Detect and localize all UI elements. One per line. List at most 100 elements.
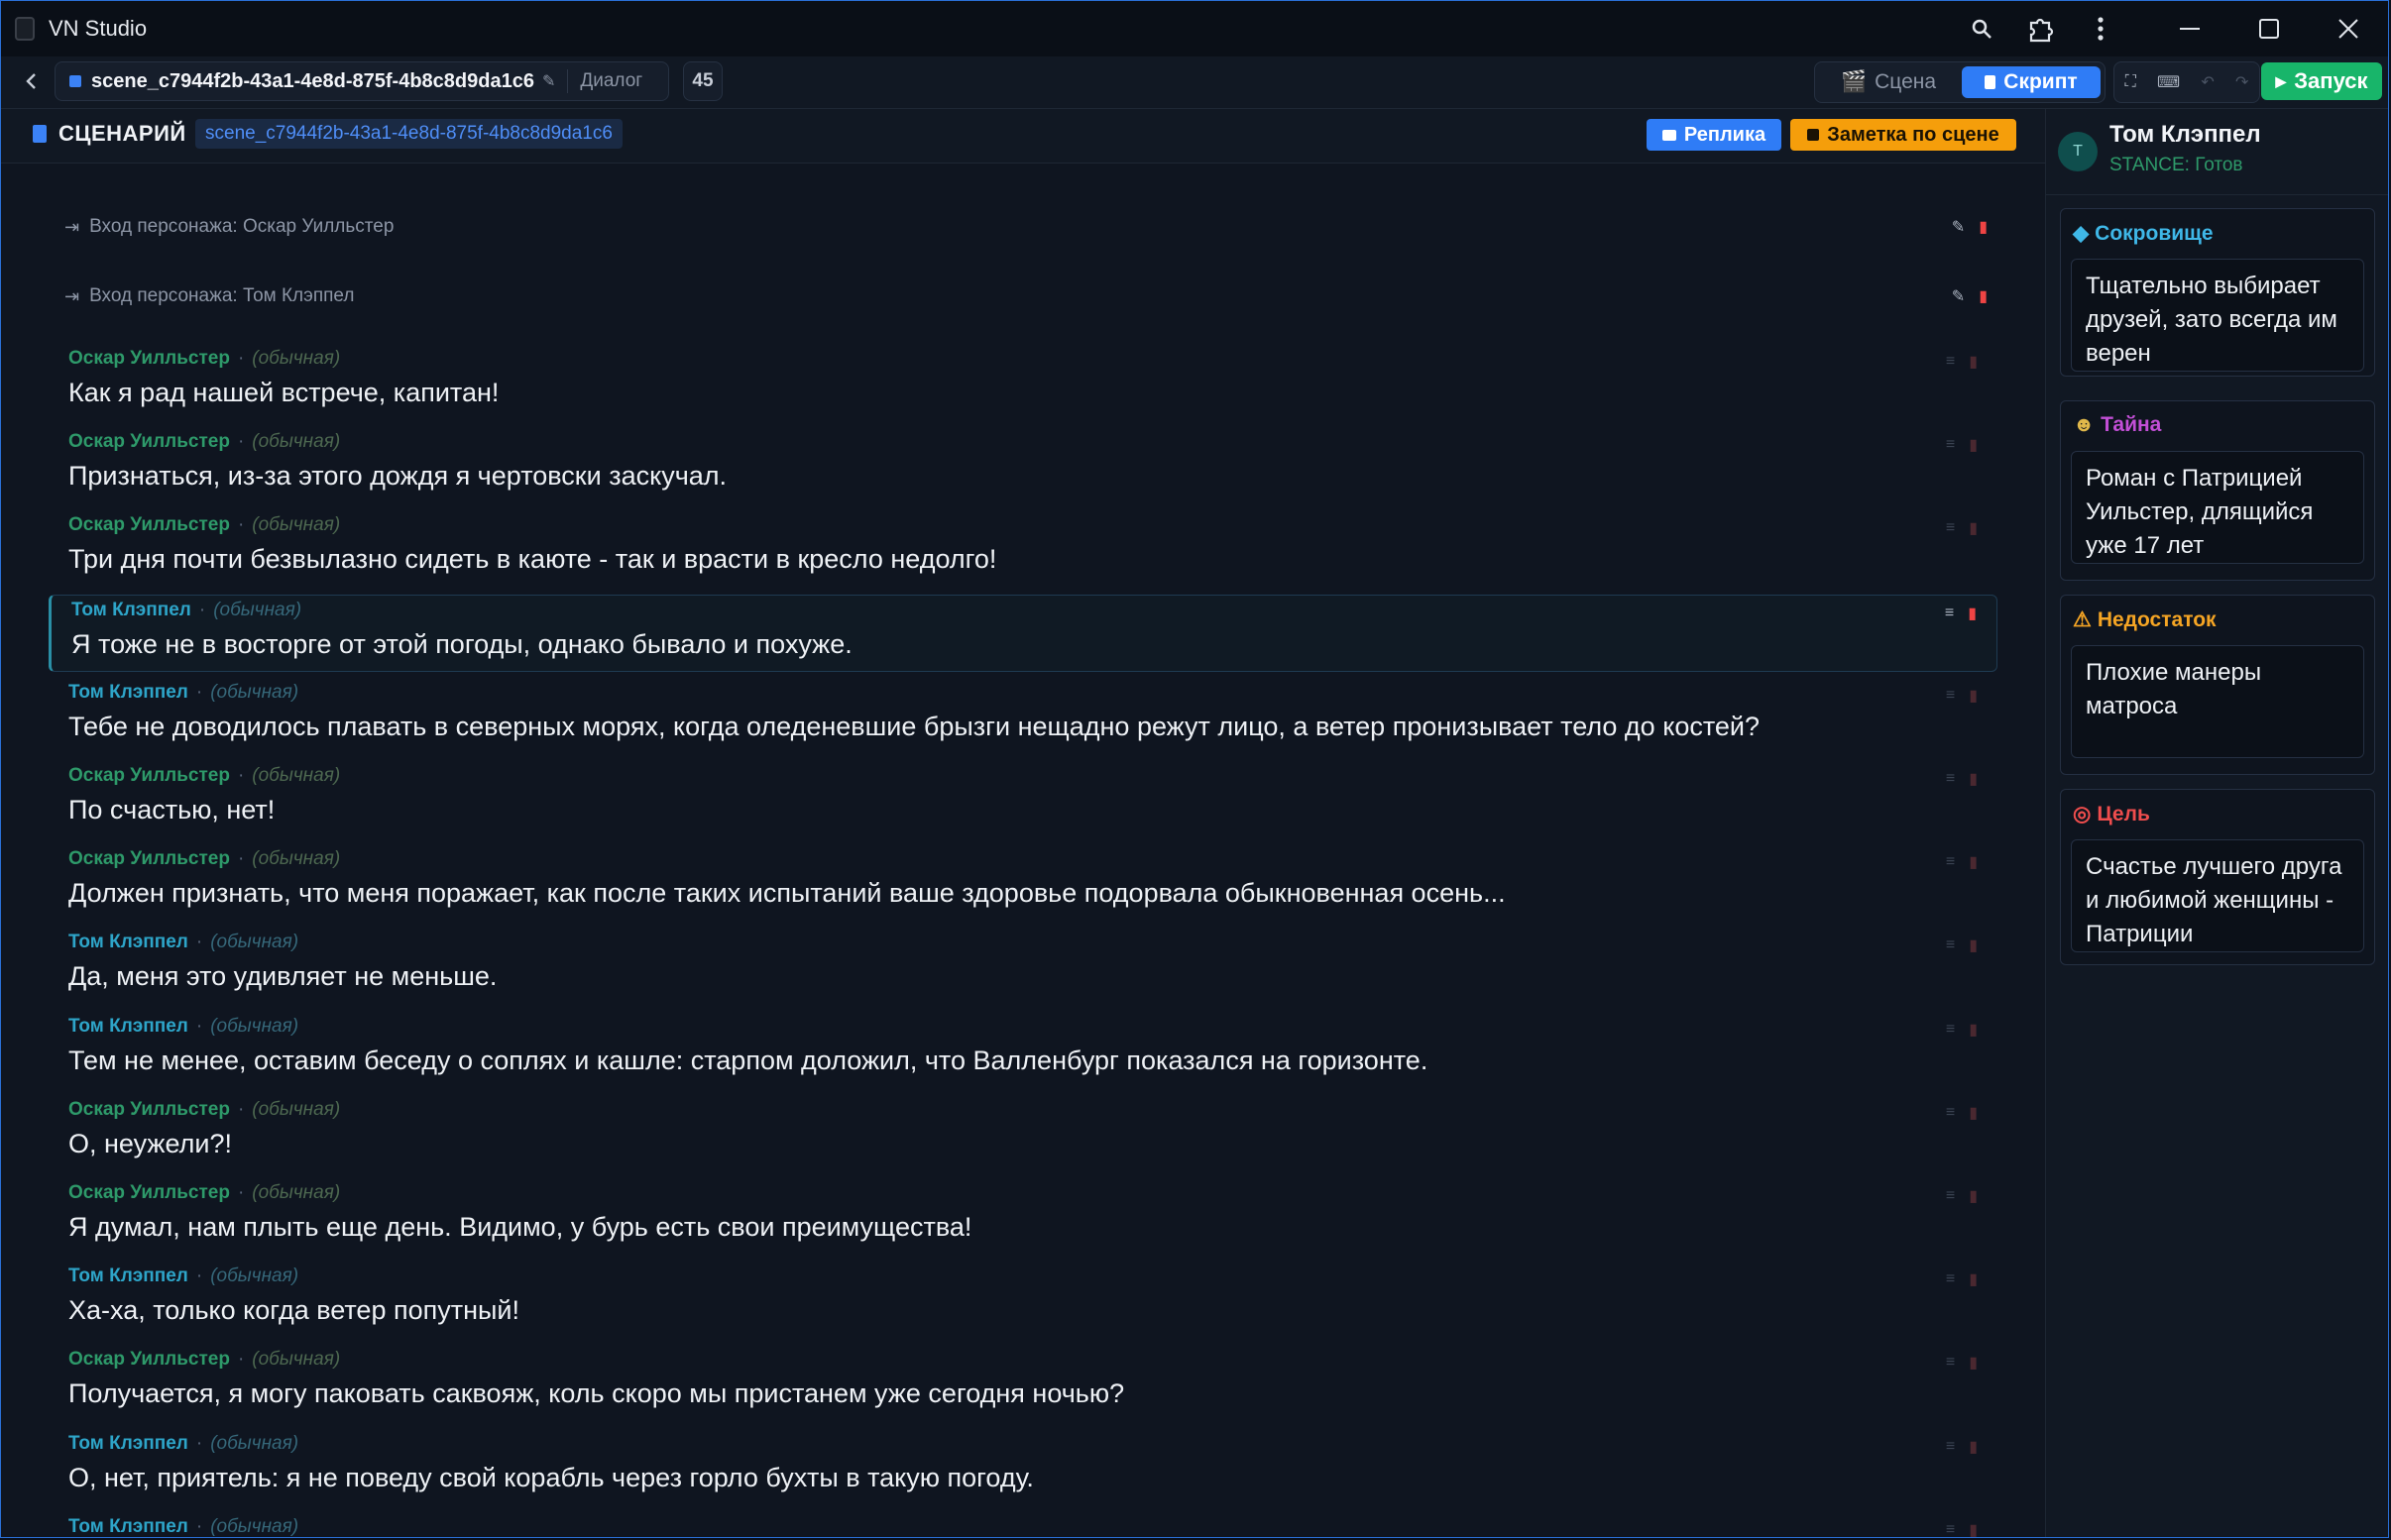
line-text[interactable]: Я тоже не в восторге от этой погоды, одн… xyxy=(71,629,853,660)
dialogue-line[interactable]: Том Клэппел · (обычная) Тебе не доводилось … xyxy=(49,678,1997,755)
speaker-name[interactable]: Оскар Уилльстер xyxy=(68,765,230,787)
trash-icon[interactable]: ▮ xyxy=(1969,435,1978,455)
line-text[interactable]: По счастью, нет! xyxy=(68,795,275,825)
search-icon[interactable] xyxy=(1952,1,2011,56)
trash-icon[interactable]: ▮ xyxy=(1979,217,1988,237)
line-text[interactable]: Я думал, нам плыть еще день. Видимо, у б… xyxy=(68,1212,971,1243)
speaker-name[interactable]: Оскар Уилльстер xyxy=(68,848,230,870)
fullscreen-icon[interactable]: ⛶ xyxy=(2125,73,2136,91)
settings-icon[interactable]: ≡ xyxy=(1946,853,1955,871)
dialogue-line[interactable]: Том Клэппел · (обычная) Да, меня это удивля… xyxy=(49,928,1997,1005)
line-text[interactable]: О, нет, приятель: я не поведу свой кораб… xyxy=(68,1463,1034,1493)
back-button[interactable] xyxy=(17,66,47,96)
redo-icon[interactable]: ↷ xyxy=(2235,72,2248,92)
speaker-name[interactable]: Оскар Уилльстер xyxy=(68,348,230,370)
run-button[interactable]: ▶ Запуск xyxy=(2261,62,2382,100)
emotion-label[interactable]: (обычная) xyxy=(252,765,340,787)
tab-script[interactable]: Скрипт xyxy=(1962,66,2101,98)
trash-icon[interactable]: ▮ xyxy=(1969,1269,1978,1289)
dialogue-line[interactable]: Оскар Уилльстер · (обычная) Как я рад нашей… xyxy=(49,344,1997,421)
dialogue-line[interactable]: Том Клэппел · (обычная) Тем не менее, остав… xyxy=(49,1012,1997,1089)
tab-scene[interactable]: 🎬 Сцена xyxy=(1819,66,1958,98)
trash-icon[interactable]: ▮ xyxy=(1969,686,1978,706)
extension-icon[interactable] xyxy=(2011,1,2071,56)
line-text[interactable]: Три дня почти безвылазно сидеть в каюте … xyxy=(68,544,996,575)
line-text[interactable]: Да, меня это удивляет не меньше. xyxy=(68,961,497,992)
emotion-label[interactable]: (обычная) xyxy=(252,1099,340,1121)
close-button[interactable] xyxy=(2309,1,2388,56)
add-scene-note-button[interactable]: Заметка по сцене xyxy=(1790,119,2016,151)
speaker-name[interactable]: Том Клэппел xyxy=(68,1516,188,1537)
emotion-label[interactable]: (обычная) xyxy=(210,682,298,704)
speaker-name[interactable]: Том Клэппел xyxy=(71,600,191,621)
emotion-label[interactable]: (обычная) xyxy=(210,1516,298,1537)
speaker-name[interactable]: Том Клэппел xyxy=(68,1016,188,1038)
speaker-name[interactable]: Том Клэппел xyxy=(68,682,188,704)
settings-icon[interactable]: ≡ xyxy=(1946,1270,1955,1288)
dialogue-line[interactable]: Оскар Уилльстер · (обычная) Я думал, нам пл… xyxy=(49,1178,1997,1256)
dialogue-line[interactable]: Оскар Уилльстер · (обычная) Должен признать… xyxy=(49,844,1997,922)
emotion-label[interactable]: (обычная) xyxy=(210,1265,298,1287)
settings-icon[interactable]: ≡ xyxy=(1946,936,1955,954)
trait-card-secret[interactable]: ☻ Тайна Роман с Патрицией Уильстер, длящ… xyxy=(2060,400,2375,581)
speaker-name[interactable]: Оскар Уилльстер xyxy=(68,1182,230,1204)
emotion-label[interactable]: (обычная) xyxy=(210,932,298,953)
emotion-label[interactable]: (обычная) xyxy=(252,848,340,870)
entry-row[interactable]: ⇥ Вход персонажа: Оскар Уилльстер ✎ ▮ xyxy=(64,207,1988,247)
settings-icon[interactable]: ≡ xyxy=(1946,770,1955,788)
dialogue-line[interactable]: Оскар Уилльстер · (обычная) Три дня почти б… xyxy=(49,510,1997,588)
trait-card-goal[interactable]: ◎ Цель Счастье лучшего друга и любимой ж… xyxy=(2060,789,2375,965)
dialogue-line[interactable]: Том Клэппел · (обычная) ≡ ▮ xyxy=(49,1512,1997,1537)
dialogue-line[interactable]: Оскар Уилльстер · (обычная) О, неужели?! ≡ ▮ xyxy=(49,1095,1997,1172)
settings-icon[interactable]: ≡ xyxy=(1946,436,1955,454)
trash-icon[interactable]: ▮ xyxy=(1969,352,1978,372)
emotion-label[interactable]: (обычная) xyxy=(213,600,301,621)
speaker-name[interactable]: Том Клэппел xyxy=(68,932,188,953)
maximize-button[interactable] xyxy=(2229,1,2309,56)
dialogue-line[interactable]: Том Клэппел · (обычная) Я тоже не в восторг… xyxy=(49,595,1997,672)
dialogue-line[interactable]: Оскар Уилльстер · (обычная) По счастью, нет… xyxy=(49,761,1997,838)
trash-icon[interactable]: ▮ xyxy=(1969,1103,1978,1123)
pencil-icon[interactable]: ✎ xyxy=(1952,286,1965,306)
trash-icon[interactable]: ▮ xyxy=(1969,1020,1978,1040)
scene-selector[interactable]: scene_c7944f2b-43a1-4e8d-875f-4b8c8d9da1… xyxy=(55,61,669,101)
trash-icon[interactable]: ▮ xyxy=(1969,1437,1978,1457)
trash-icon[interactable]: ▮ xyxy=(1969,518,1978,538)
settings-icon[interactable]: ≡ xyxy=(1946,1354,1955,1372)
card-text[interactable]: Счастье лучшего друга и любимой женщины … xyxy=(2071,839,2364,952)
dialogue-line[interactable]: Оскар Уилльстер · (обычная) Получается, я м… xyxy=(49,1345,1997,1422)
entry-row[interactable]: ⇥ Вход персонажа: Том Клэппел ✎ ▮ xyxy=(64,276,1988,316)
settings-icon[interactable]: ≡ xyxy=(1945,605,1954,622)
dialogue-line[interactable]: Том Клэппел · (обычная) Ха-ха, только когда… xyxy=(49,1262,1997,1339)
emotion-label[interactable]: (обычная) xyxy=(252,348,340,370)
trait-card-flaw[interactable]: ⚠ Недостаток Плохие манеры матроса xyxy=(2060,595,2375,775)
settings-icon[interactable]: ≡ xyxy=(1946,1521,1955,1537)
trash-icon[interactable]: ▮ xyxy=(1969,1520,1978,1537)
emotion-label[interactable]: (обычная) xyxy=(252,1182,340,1204)
emotion-label[interactable]: (обычная) xyxy=(252,1349,340,1371)
undo-icon[interactable]: ↶ xyxy=(2201,72,2214,92)
dialogue-line[interactable]: Оскар Уилльстер · (обычная) Признаться, из-… xyxy=(49,427,1997,504)
line-text[interactable]: Получается, я могу паковать саквояж, кол… xyxy=(68,1378,1124,1409)
more-vertical-icon[interactable] xyxy=(2071,1,2130,56)
line-text[interactable]: Ха-ха, только когда ветер попутный! xyxy=(68,1295,519,1326)
card-text[interactable]: Роман с Патрицией Уильстер, длящийся уже… xyxy=(2071,451,2364,564)
speaker-name[interactable]: Том Клэппел xyxy=(68,1265,188,1287)
line-text[interactable]: Должен признать, что меня поражает, как … xyxy=(68,878,1506,909)
pencil-icon[interactable]: ✎ xyxy=(542,71,555,91)
line-text[interactable]: Как я рад нашей встрече, капитан! xyxy=(68,378,499,408)
line-text[interactable]: Тебе не доводилось плавать в северных мо… xyxy=(68,712,1760,742)
emotion-label[interactable]: (обычная) xyxy=(252,431,340,453)
settings-icon[interactable]: ≡ xyxy=(1946,1187,1955,1205)
emotion-label[interactable]: (обычная) xyxy=(252,514,340,536)
trash-icon[interactable]: ▮ xyxy=(1969,1353,1978,1373)
settings-icon[interactable]: ≡ xyxy=(1946,1021,1955,1039)
trait-card-treasure[interactable]: ◆ Сокровище Тщательно выбирает друзей, з… xyxy=(2060,208,2375,377)
trash-icon[interactable]: ▮ xyxy=(1969,935,1978,955)
dialogue-line[interactable]: Том Клэппел · (обычная) О, нет, приятель: я… xyxy=(49,1429,1997,1506)
trash-icon[interactable]: ▮ xyxy=(1969,1186,1978,1206)
settings-icon[interactable]: ≡ xyxy=(1946,1104,1955,1122)
minimize-button[interactable] xyxy=(2150,1,2229,56)
speaker-name[interactable]: Том Клэппел xyxy=(68,1433,188,1455)
line-text[interactable]: Признаться, из-за этого дождя я чертовск… xyxy=(68,461,727,492)
